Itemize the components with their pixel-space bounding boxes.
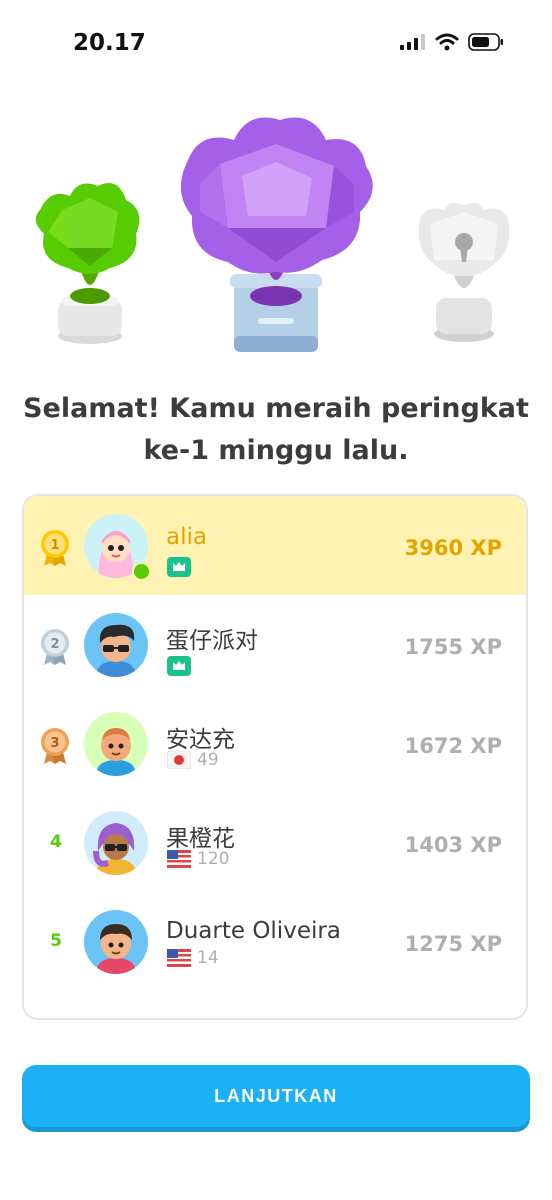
user-meta bbox=[167, 656, 191, 676]
leaderboard-row[interactable]: 2 蛋仔派对 1755 XP bbox=[24, 595, 526, 694]
leaderboard-row[interactable]: 4 果橙花 120 1403 XP bbox=[24, 793, 526, 892]
avatar[interactable] bbox=[84, 910, 148, 974]
leaderboard-row[interactable]: 3 安达充 49 1672 XP bbox=[24, 694, 526, 793]
user-name: 安达充 bbox=[166, 727, 235, 753]
status-bar: 20.17 bbox=[0, 0, 552, 90]
avatar[interactable] bbox=[84, 712, 148, 776]
user-streak: 120 bbox=[197, 849, 230, 869]
status-time: 20.17 bbox=[73, 30, 146, 56]
user-xp: 1403 XP bbox=[404, 833, 502, 857]
status-icons bbox=[400, 33, 504, 51]
user-meta: 14 bbox=[167, 948, 219, 968]
green-trophy-icon bbox=[35, 183, 140, 344]
online-status-dot bbox=[132, 562, 151, 581]
medal-rank-label: 3 bbox=[50, 736, 59, 751]
silver-medal-icon: 2 bbox=[41, 629, 69, 665]
league-icon bbox=[167, 557, 191, 577]
trophy-showcase bbox=[0, 100, 552, 360]
user-xp: 1275 XP bbox=[404, 932, 502, 956]
rank-number: 4 bbox=[50, 832, 62, 852]
cellular-signal-icon bbox=[400, 34, 425, 50]
leaderboard-row[interactable]: 5 Duarte Oliveira 14 1275 XP bbox=[24, 892, 526, 991]
locked-trophy-icon bbox=[418, 202, 510, 342]
avatar[interactable] bbox=[84, 613, 148, 677]
headline-line-2: ke-1 minggu lalu. bbox=[143, 435, 409, 466]
leaderboard-row[interactable]: 1 alia 3960 XP bbox=[24, 496, 526, 595]
user-streak: 14 bbox=[197, 948, 219, 968]
rank-number: 5 bbox=[50, 931, 62, 951]
scroll-fade bbox=[24, 996, 526, 1018]
user-name: alia bbox=[166, 524, 207, 550]
user-xp: 1755 XP bbox=[404, 635, 502, 659]
gold-medal-icon: 1 bbox=[41, 530, 69, 566]
battery-icon bbox=[468, 33, 503, 51]
medal-rank-label: 2 bbox=[50, 637, 59, 652]
user-name: 蛋仔派对 bbox=[166, 628, 258, 654]
user-xp: 3960 XP bbox=[404, 536, 502, 560]
purple-trophy-icon bbox=[180, 117, 373, 352]
bronze-medal-icon: 3 bbox=[41, 728, 69, 764]
user-meta: 49 bbox=[167, 750, 219, 770]
user-name: Duarte Oliveira bbox=[166, 918, 341, 944]
congratulations-message: Selamat! Kamu meraih peringkat ke-1 ming… bbox=[20, 388, 532, 472]
user-meta: 120 bbox=[167, 849, 229, 869]
user-name: 果橙花 bbox=[166, 826, 235, 852]
avatar[interactable] bbox=[84, 811, 148, 875]
league-icon bbox=[167, 656, 191, 676]
user-meta bbox=[167, 557, 191, 577]
user-streak: 49 bbox=[197, 750, 219, 770]
medal-rank-label: 1 bbox=[50, 538, 59, 553]
us-flag-icon bbox=[167, 850, 191, 868]
japan-flag-icon bbox=[167, 751, 191, 769]
us-flag-icon bbox=[167, 949, 191, 967]
wifi-icon bbox=[435, 33, 459, 51]
user-xp: 1672 XP bbox=[404, 734, 502, 758]
headline-line-1: Selamat! Kamu meraih peringkat bbox=[23, 393, 529, 424]
continue-button[interactable]: LANJUTKAN bbox=[22, 1065, 530, 1127]
leaderboard: 1 alia 3960 XP 2 蛋仔派对 1755 XP 3 安达充 49 1… bbox=[22, 494, 528, 1020]
